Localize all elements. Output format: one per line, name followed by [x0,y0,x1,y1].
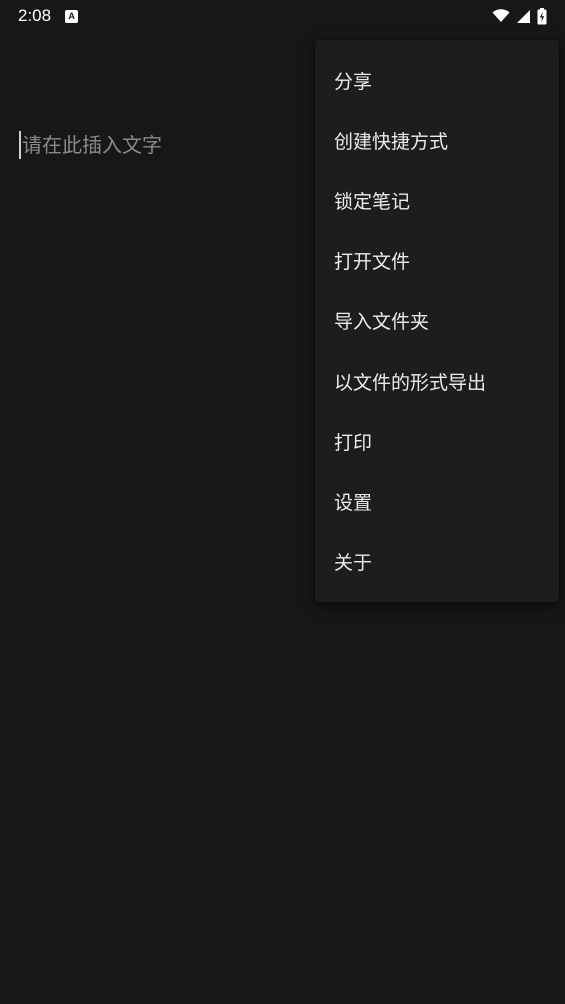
note-text-input[interactable] [22,133,322,157]
text-caret [19,131,21,159]
wifi-icon [492,9,510,23]
app-screen: 2:08 A 请在此插入文字 分享 创建快捷方式 锁定笔记 打开文件 导入文件夹… [0,0,565,1004]
menu-item-about[interactable]: 关于 [315,532,559,592]
menu-item-create-shortcut[interactable]: 创建快捷方式 [315,110,559,170]
menu-item-export-as-file[interactable]: 以文件的形式导出 [315,351,559,411]
menu-item-settings[interactable]: 设置 [315,471,559,531]
status-bar: 2:08 A [0,0,565,32]
menu-item-print[interactable]: 打印 [315,411,559,471]
status-icons [492,7,547,25]
status-time: 2:08 [18,6,52,25]
signal-icon [516,9,531,24]
a-icon: A [65,9,79,23]
menu-item-import-folder[interactable]: 导入文件夹 [315,291,559,351]
menu-item-open-file[interactable]: 打开文件 [315,231,559,291]
overflow-menu: 分享 创建快捷方式 锁定笔记 打开文件 导入文件夹 以文件的形式导出 打印 设置… [315,40,559,602]
menu-item-lock-note[interactable]: 锁定笔记 [315,170,559,230]
battery-charging-icon [537,7,547,25]
menu-item-share[interactable]: 分享 [315,50,559,110]
